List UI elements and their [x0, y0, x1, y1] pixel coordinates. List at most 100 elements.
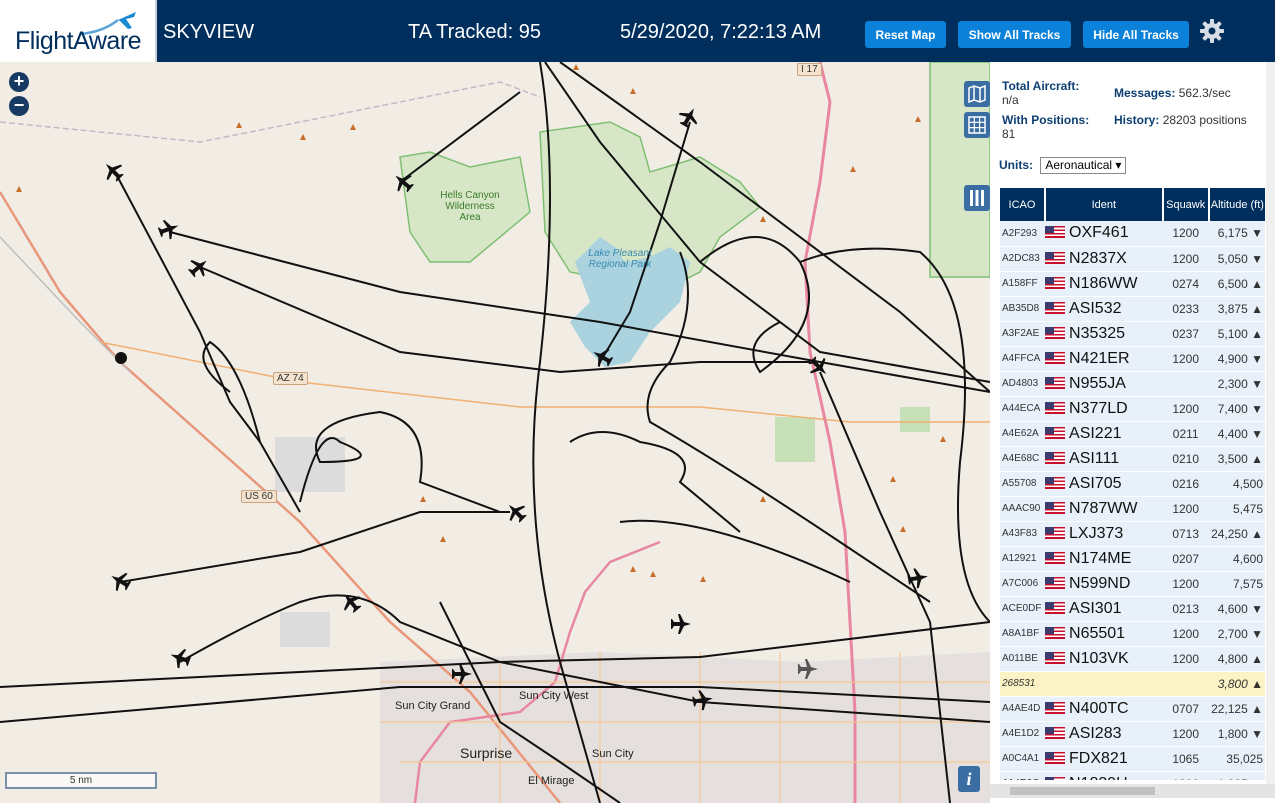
us-flag-icon	[1045, 626, 1066, 639]
icao-cell: AB35D8	[1000, 296, 1046, 322]
reset-map-button[interactable]: Reset Map	[865, 21, 946, 48]
table-row[interactable]: A158FF N186WW 0274 6,500 ▲	[1000, 271, 1265, 297]
col-ident[interactable]: Ident	[1045, 188, 1164, 221]
icao-cell: AAAC90	[1000, 496, 1046, 522]
table-row[interactable]: A8A1BF N65501 1200 2,700 ▼	[1000, 621, 1265, 647]
ident-cell: ASI301	[1045, 596, 1163, 622]
col-squawk[interactable]: Squawk	[1162, 188, 1210, 221]
info-button[interactable]: i	[958, 766, 980, 792]
gear-icon[interactable]	[1199, 18, 1225, 44]
gray-lot	[275, 437, 345, 492]
altitude-cell: 4,900 ▼	[1208, 346, 1265, 372]
icao-cell-text: A7C006	[1002, 578, 1039, 589]
table-row[interactable]: A0C4A1 FDX821 1065 35,025	[1000, 746, 1265, 772]
units-select[interactable]: Aeronautical ▾	[1040, 157, 1127, 174]
table-row[interactable]: AAAC90 N787WW 1200 5,475	[1000, 496, 1265, 522]
altitude-cell-text: 2,300 ▼	[1217, 376, 1263, 391]
map-layers-button[interactable]	[964, 81, 990, 107]
grid-icon	[968, 116, 986, 134]
table-row[interactable]: AB35D8 ASI532 0233 3,875 ▲	[1000, 296, 1265, 322]
us-flag-icon	[1045, 326, 1066, 339]
table-row[interactable]: A14E6C N1839H 1200 1,325 ▼	[1000, 771, 1265, 780]
icao-cell: A12921	[1000, 546, 1046, 572]
altitude-cell-text: 5,100 ▲	[1217, 326, 1263, 341]
flightaware-logo[interactable]: FlightAware	[0, 0, 157, 62]
table-row[interactable]: A3F2AE N35325 0237 5,100 ▲	[1000, 321, 1265, 347]
total-aircraft-stat: Total Aircraft: n/a	[1002, 79, 1079, 107]
table-row[interactable]: A4E68C ASI111 0210 3,500 ▲	[1000, 446, 1265, 472]
table-row[interactable]: A4AE4D N400TC 0707 22,125 ▲	[1000, 696, 1265, 722]
ident-cell: N2837X	[1045, 246, 1163, 272]
scrollbar-thumb[interactable]	[1010, 787, 1155, 795]
show-all-tracks-button[interactable]: Show All Tracks	[958, 21, 1071, 48]
table-row[interactable]: A44ECA N377LD 1200 7,400 ▼	[1000, 396, 1265, 422]
ident-cell: FDX821	[1045, 746, 1163, 772]
altitude-cell-text: 4,500	[1232, 476, 1263, 491]
altitude-cell-text: 3,500 ▲	[1217, 451, 1263, 466]
altitude-cell: 4,600 ▼	[1208, 596, 1265, 622]
grid-button[interactable]	[964, 112, 990, 138]
icao-cell: A44ECA	[1000, 396, 1046, 422]
ident-cell	[1045, 671, 1163, 697]
icao-cell: A011BE	[1000, 646, 1046, 672]
us-flag-icon	[1045, 351, 1066, 364]
table-row[interactable]: ACE0DF ASI301 0213 4,600 ▼	[1000, 596, 1265, 622]
ident-cell: N103VK	[1045, 646, 1163, 672]
table-row[interactable]: AD4803 N955JA 2,300 ▼	[1000, 371, 1265, 397]
squawk-cell	[1162, 671, 1209, 697]
table-row[interactable]: A7C006 N599ND 1200 7,575	[1000, 571, 1265, 597]
table-row[interactable]: A011BE N103VK 1200 4,800 ▲	[1000, 646, 1265, 672]
ident-cell-text: ASI705	[1069, 474, 1122, 492]
table-row[interactable]: A2F293 OXF461 1200 6,175 ▼	[1000, 221, 1265, 247]
table-row[interactable]: A12921 N174ME 0207 4,600	[1000, 546, 1265, 572]
table-row[interactable]: 268531 3,800 ▲	[1000, 671, 1265, 697]
columns-button[interactable]	[964, 185, 990, 211]
squawk-cell: 0707	[1162, 696, 1209, 722]
ident-cell-text: ASI532	[1069, 299, 1122, 317]
altitude-cell: 3,500 ▲	[1208, 446, 1265, 472]
squawk-cell-text: 0233	[1172, 301, 1200, 316]
table-row[interactable]: A55708 ASI705 0216 4,500	[1000, 471, 1265, 497]
squawk-cell: 0713	[1162, 521, 1209, 547]
us-flag-icon	[1045, 701, 1066, 714]
icao-cell-text: A8A1BF	[1002, 628, 1040, 639]
ident-cell: ASI111	[1045, 446, 1163, 472]
icao-cell: AD4803	[1000, 371, 1046, 397]
zoom-out-button[interactable]: −	[9, 96, 29, 116]
total-aircraft-label: Total Aircraft:	[1002, 79, 1080, 93]
altitude-cell-text: 24,250 ▲	[1211, 526, 1263, 541]
squawk-cell: 1200	[1162, 646, 1209, 672]
vertical-scrollbar[interactable]	[1266, 62, 1275, 784]
col-icao[interactable]: ICAO	[1000, 188, 1047, 221]
with-positions-value: 81	[1002, 127, 1016, 141]
aircraft-table: ICAO Ident Squawk Altitude (ft) A2F293 OX…	[1000, 188, 1265, 780]
col-altitude[interactable]: Altitude (ft)	[1208, 188, 1265, 221]
table-row[interactable]: A4FFCA N421ER 1200 4,900 ▼	[1000, 346, 1265, 372]
units-label: Units:	[999, 158, 1033, 172]
altitude-cell: 1,800 ▼	[1208, 721, 1265, 747]
squawk-cell: 1065	[1162, 746, 1209, 772]
table-row[interactable]: A2DC83 N2837X 1200 5,050 ▼	[1000, 246, 1265, 272]
ident-cell-text: N35325	[1069, 324, 1126, 342]
map-view[interactable]: Hells Canyon Wilderness Area Lake Pleasa…	[0, 62, 990, 803]
squawk-cell	[1162, 371, 1209, 397]
table-row[interactable]: A4E62A ASI221 0211 4,400 ▼	[1000, 421, 1265, 447]
horizontal-scrollbar[interactable]	[990, 784, 1275, 798]
altitude-cell: 24,250 ▲	[1208, 521, 1265, 547]
icao-cell: A158FF	[1000, 271, 1046, 297]
zoom-in-button[interactable]: +	[9, 72, 29, 92]
icao-cell-text: A2F293	[1002, 227, 1038, 239]
hide-all-tracks-button[interactable]: Hide All Tracks	[1083, 21, 1189, 48]
dropdown-arrow-icon: ▾	[1115, 158, 1122, 172]
squawk-cell: 1200	[1162, 221, 1209, 247]
squawk-cell-text: 1200	[1172, 626, 1200, 641]
app-title: SKYVIEW	[163, 21, 255, 43]
ident-cell-text: N103VK	[1069, 649, 1129, 667]
squawk-cell-text: 1200	[1172, 777, 1199, 781]
altitude-cell: 35,025	[1208, 746, 1265, 772]
altitude-cell-text: 4,400 ▼	[1217, 426, 1263, 441]
table-row[interactable]: A43F83 LXJ373 0713 24,250 ▲	[1000, 521, 1265, 547]
table-row[interactable]: A4E1D2 ASI283 1200 1,800 ▼	[1000, 721, 1265, 747]
ident-cell: LXJ373	[1045, 521, 1163, 547]
ident-cell: ASI283	[1045, 721, 1163, 747]
